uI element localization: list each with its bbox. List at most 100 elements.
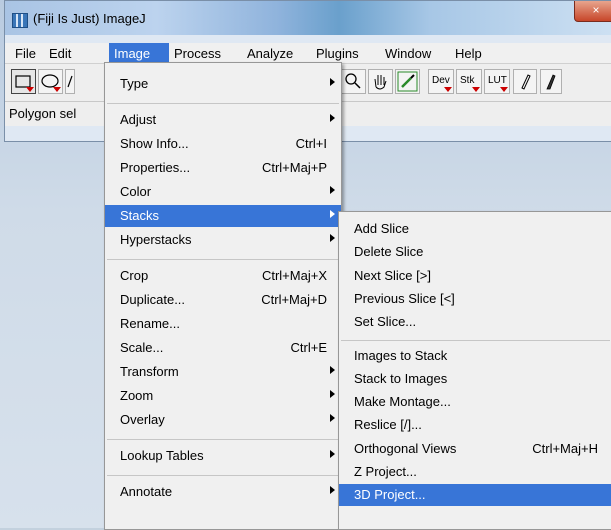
image-menu-item-hyperstacks[interactable]: Hyperstacks (105, 229, 341, 251)
image-menu-item-rename[interactable]: Rename... (105, 313, 341, 335)
menu-edit[interactable]: Edit (49, 46, 71, 61)
menu-window[interactable]: Window (385, 46, 431, 61)
lut-menu-tool[interactable]: LUT (484, 69, 510, 94)
polygon-icon (67, 75, 73, 88)
submenu-arrow-icon (330, 114, 335, 122)
stacks-menu-item-next-slice[interactable]: Next Slice [>] (339, 265, 611, 287)
menu-plugins[interactable]: Plugins (316, 46, 359, 61)
menu-item-label: Overlay (120, 412, 165, 427)
image-menu-item-show-info[interactable]: Show Info... Ctrl+I (105, 133, 341, 155)
image-menu-item-lookup-tables[interactable]: Lookup Tables (105, 445, 341, 467)
dev-menu-tool[interactable]: Dev (428, 69, 454, 94)
stk-label: Stk (460, 75, 475, 86)
stk-menu-tool[interactable]: Stk (456, 69, 482, 94)
menu-item-label: Add Slice (354, 221, 409, 236)
menu-separator (341, 339, 610, 341)
stacks-menu-item-delete-slice[interactable]: Delete Slice (339, 241, 611, 263)
stacks-menu-item-orthogonal-views[interactable]: Orthogonal Views Ctrl+Maj+H (339, 438, 611, 460)
menu-item-label: Reslice [/]... (354, 417, 422, 433)
menu-file[interactable]: File (15, 46, 36, 61)
menu-item-label: Scale... (120, 340, 164, 355)
menu-separator (107, 259, 339, 260)
stacks-submenu: Add Slice Delete Slice Next Slice [>] Previ… (338, 211, 611, 530)
menu-item-label: Set Slice... (354, 314, 417, 330)
menu-item-label: Type (120, 76, 149, 91)
submenu-arrow-icon (330, 366, 335, 374)
menu-item-shortcut: Ctrl+Maj+D (261, 292, 327, 307)
title-bar[interactable]: (Fiji Is Just) ImageJ × (5, 1, 611, 35)
menu-item-label: Duplicate... (120, 292, 186, 307)
menu-item-shortcut: Ctrl+E (290, 340, 327, 355)
menu-separator (107, 103, 339, 104)
polygon-tool[interactable] (65, 69, 75, 94)
menu-process[interactable]: Process (174, 46, 221, 61)
image-menu-item-adjust[interactable]: Adjust (105, 109, 341, 131)
image-menu-item-duplicate[interactable]: Duplicate... Ctrl+Maj+D (105, 289, 341, 311)
submenu-arrow-icon (330, 78, 335, 86)
menu-image[interactable]: Image (109, 43, 169, 63)
stacks-menu-item-reslice[interactable]: Reslice [/]... (339, 414, 611, 436)
hand-tool[interactable] (368, 69, 393, 94)
stacks-menu-item-images-to-stack[interactable]: Images to Stack (339, 345, 611, 367)
menu-item-label: Rename... (120, 316, 180, 331)
status-text: Polygon sel (9, 106, 77, 121)
menu-analyze[interactable]: Analyze (247, 46, 293, 61)
menu-item-label: Adjust (120, 112, 157, 127)
brush-tool[interactable] (540, 69, 562, 94)
submenu-arrow-icon (330, 486, 335, 494)
oval-tool[interactable] (38, 69, 63, 94)
fiji-app-icon (12, 13, 28, 28)
stacks-menu-item-z-project[interactable]: Z Project... (339, 461, 611, 483)
stacks-menu-item-set-slice[interactable]: Set Slice... (339, 311, 611, 333)
menu-item-label: Next Slice [>] (354, 267, 431, 283)
stacks-menu-item-3d-project[interactable]: 3D Project... (339, 484, 611, 507)
menu-item-label: 3D Project... (354, 487, 426, 503)
image-menu-item-type[interactable]: Type (105, 73, 341, 95)
pencil-tool[interactable] (513, 69, 537, 94)
dev-label: Dev (432, 75, 450, 86)
image-menu-item-transform[interactable]: Transform (105, 361, 341, 383)
menu-item-label: Orthogonal Views (354, 440, 457, 456)
image-menu-item-zoom[interactable]: Zoom (105, 385, 341, 407)
image-menu-item-properties[interactable]: Properties... Ctrl+Maj+P (105, 157, 341, 179)
menu-item-label: Hyperstacks (120, 232, 192, 247)
image-menu-item-annotate[interactable]: Annotate (105, 481, 341, 503)
lut-label: LUT (488, 75, 507, 86)
submenu-arrow-icon (330, 414, 335, 422)
menu-item-label: Delete Slice (354, 244, 424, 260)
menu-item-shortcut: Ctrl+Maj+X (261, 268, 327, 283)
menu-item-shortcut: Ctrl+I (295, 136, 327, 151)
submenu-arrow-icon (330, 234, 335, 242)
menu-item-label: Stacks (120, 208, 160, 223)
image-menu-item-color[interactable]: Color (105, 181, 341, 203)
menu-item-label: Stack to Images (354, 370, 448, 386)
menu-separator (107, 439, 339, 440)
magnifier-tool[interactable] (341, 69, 366, 94)
menu-item-label: Show Info... (120, 136, 189, 151)
menu-item-label: Transform (120, 364, 179, 379)
stacks-menu-item-add-slice[interactable]: Add Slice (339, 218, 611, 240)
stacks-menu-item-stack-to-images[interactable]: Stack to Images (339, 368, 611, 390)
image-menu-item-scale[interactable]: Scale... Ctrl+E (105, 337, 341, 359)
image-menu-item-stacks[interactable]: Stacks (105, 205, 341, 227)
hand-icon (374, 75, 387, 90)
color-picker-tool[interactable] (395, 69, 420, 94)
submenu-arrow-icon (330, 390, 335, 398)
eyedropper-icon (397, 71, 418, 92)
menu-item-label: Previous Slice [<] (354, 290, 455, 306)
image-menu-item-overlay[interactable]: Overlay (105, 409, 341, 431)
menu-help[interactable]: Help (455, 46, 482, 61)
rectangle-tool[interactable] (11, 69, 36, 94)
stacks-menu-item-make-montage[interactable]: Make Montage... (339, 391, 611, 413)
stacks-menu-item-previous-slice[interactable]: Previous Slice [<] (339, 288, 611, 310)
close-button[interactable]: × (574, 1, 611, 22)
menu-item-label: Z Project... (354, 464, 417, 479)
menu-item-label: Lookup Tables (120, 448, 204, 463)
brush-icon (546, 74, 556, 90)
menu-bar: File Edit Image Process Analyze Plugins … (5, 43, 611, 63)
submenu-arrow-icon (330, 210, 335, 218)
image-menu-item-crop[interactable]: Crop Ctrl+Maj+X (105, 265, 341, 287)
menu-item-shortcut: Ctrl+Maj+H (532, 440, 598, 456)
window-title: (Fiji Is Just) ImageJ (33, 11, 146, 26)
image-menu: Type Adjust Show Info... Ctrl+I Properties..… (104, 62, 342, 530)
